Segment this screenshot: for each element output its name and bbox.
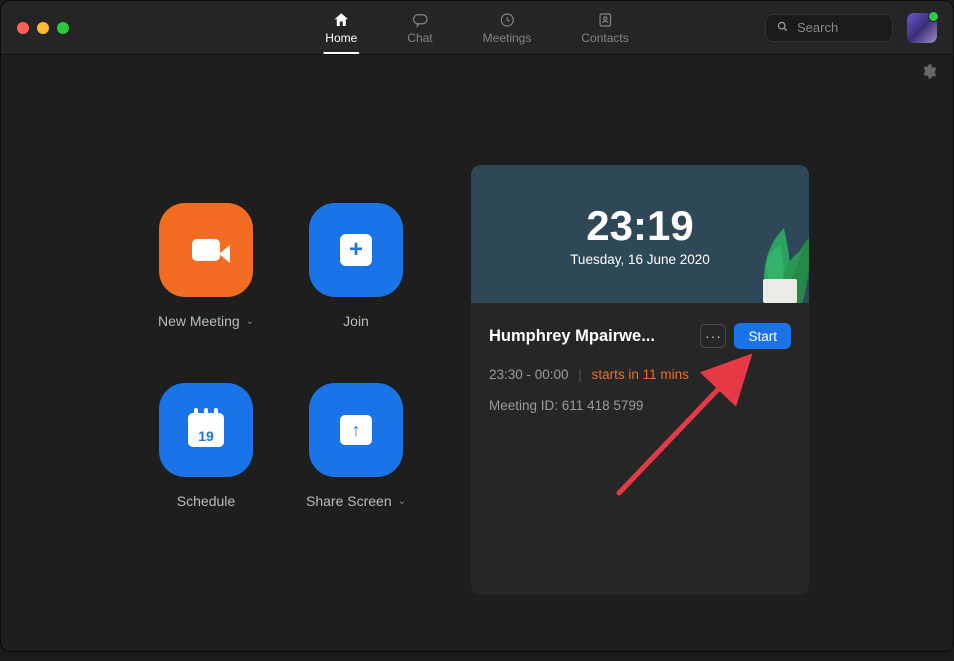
actions-grid: New Meeting ⌄ + Join 19 (61, 125, 431, 645)
tab-label: Home (325, 31, 357, 45)
sub-toolbar (1, 55, 953, 85)
meeting-starts-in: starts in 11 mins (592, 367, 689, 382)
app-window: Home Chat Meetings Contacts (0, 0, 954, 652)
minimize-window-button[interactable] (37, 22, 49, 34)
share-screen-label-text: Share Screen (306, 493, 392, 509)
meeting-title: Humphrey Mpairwe... (489, 327, 692, 346)
schedule-label-text: Schedule (177, 493, 235, 509)
chat-icon (411, 11, 429, 29)
meeting-time-range: 23:30 - 00:00 (489, 367, 569, 382)
new-meeting-label-text: New Meeting (158, 313, 240, 329)
card-body: Humphrey Mpairwe... ··· Start 23:30 - 00… (471, 303, 809, 433)
search-input[interactable]: Search (765, 14, 893, 42)
tab-label: Contacts (581, 31, 628, 45)
action-label[interactable]: Share Screen ⌄ (306, 493, 406, 509)
titlebar: Home Chat Meetings Contacts (1, 1, 953, 55)
plus-icon: + (340, 234, 372, 266)
tab-label: Meetings (483, 31, 532, 45)
tab-meetings[interactable]: Meetings (479, 1, 536, 54)
meeting-more-button[interactable]: ··· (700, 324, 726, 348)
action-new-meeting: New Meeting ⌄ (131, 203, 281, 383)
main-content: New Meeting ⌄ + Join 19 (1, 85, 953, 645)
share-screen-button[interactable]: ↑ (309, 383, 403, 477)
titlebar-right: Search (765, 13, 953, 43)
calendar-icon: 19 (188, 413, 224, 447)
action-schedule: 19 Schedule (131, 383, 281, 563)
clock-time: 23:19 (586, 202, 693, 250)
meeting-id-label: Meeting ID: (489, 398, 558, 413)
home-icon (332, 11, 350, 29)
meeting-time-row: 23:30 - 00:00 | starts in 11 mins (489, 367, 791, 382)
user-avatar[interactable] (907, 13, 937, 43)
tab-chat[interactable]: Chat (403, 1, 436, 54)
action-share-screen: ↑ Share Screen ⌄ (281, 383, 431, 563)
separator: | (578, 367, 582, 382)
clock-date: Tuesday, 16 June 2020 (570, 252, 710, 267)
meeting-header-row: Humphrey Mpairwe... ··· Start (489, 323, 791, 349)
close-window-button[interactable] (17, 22, 29, 34)
tab-label: Chat (407, 31, 432, 45)
maximize-window-button[interactable] (57, 22, 69, 34)
join-label-text: Join (343, 313, 369, 329)
tab-contacts[interactable]: Contacts (577, 1, 632, 54)
upcoming-card: 23:19 Tuesday, 16 June 2020 Humphrey Mpa… (471, 165, 809, 595)
action-label: Join (343, 313, 369, 329)
clock-header: 23:19 Tuesday, 16 June 2020 (471, 165, 809, 303)
contacts-icon (596, 11, 614, 29)
action-join: + Join (281, 203, 431, 383)
new-meeting-button[interactable] (159, 203, 253, 297)
search-icon (776, 20, 789, 36)
chevron-down-icon: ⌄ (246, 316, 254, 327)
action-label[interactable]: New Meeting ⌄ (158, 313, 254, 329)
schedule-button[interactable]: 19 (159, 383, 253, 477)
join-button[interactable]: + (309, 203, 403, 297)
chevron-down-icon: ⌄ (398, 496, 406, 507)
settings-button[interactable] (920, 63, 937, 85)
video-icon (192, 239, 220, 261)
meeting-id-row: Meeting ID: 611 418 5799 (489, 398, 791, 413)
start-meeting-button[interactable]: Start (734, 323, 791, 349)
search-placeholder: Search (797, 20, 838, 35)
tab-home[interactable]: Home (321, 1, 361, 54)
meeting-id-value: 611 418 5799 (562, 398, 644, 413)
nav-tabs: Home Chat Meetings Contacts (321, 1, 632, 54)
window-controls (1, 22, 69, 34)
plant-pot-decoration (755, 245, 805, 303)
calendar-day: 19 (198, 428, 214, 444)
arrow-up-icon: ↑ (340, 415, 372, 445)
clock-icon (498, 11, 516, 29)
action-label: Schedule (177, 493, 235, 509)
